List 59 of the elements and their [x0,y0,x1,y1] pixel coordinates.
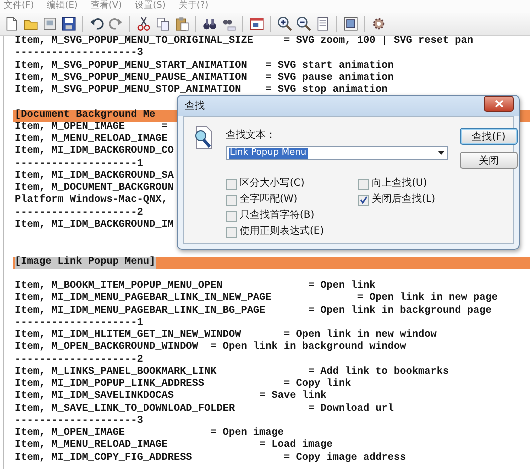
checkbox-label[interactable]: 关闭后查找(L) [372,194,436,206]
zoom-out-icon[interactable] [296,16,312,32]
code-line: Item, MI_IDM_SAVELINKDOCAS = Save link [15,391,327,402]
code-line: --------------------2 [15,208,144,218]
code-line: --------------------3 [15,416,144,427]
find-text-label: 查找文本： [226,128,277,142]
code-line: Item, MI_IDM_BACKGROUND_IM [15,220,174,231]
code-line: Item, M_SVG_POPUP_MENU_START_ANIMATION = SVG start animation [15,60,394,72]
copy-icon[interactable] [154,16,170,32]
dialog-button[interactable]: 关闭 [460,152,518,169]
code-line: Item, MI_IDM_POPUP_LINK_ADDRESS = Copy link [15,379,352,390]
scissors-icon[interactable] [136,16,152,32]
code-line: Item, M_DOCUMENT_BACKGROUN [15,183,174,194]
code-line: Item, M_LINKS_PANEL_BOOKMARK_LINK = Add link to bookmarks [15,366,450,378]
checkbox-label[interactable]: 全字匹配(W) [240,194,298,206]
code-line: Item, M_OPEN_IMAGE = [15,122,168,133]
zoom-in-icon[interactable] [276,16,292,32]
code-line: Item, MI_IDM_HLITEM_GET_IN_NEW_WINDOW = Open link in new window [15,330,437,341]
dropdown-caret-icon [438,151,445,155]
checkbox[interactable] [226,194,237,206]
code-line: Item, M_OPEN_BACKGROUND_WINDOW = Open link in background window [15,342,406,354]
code-line: --------------------1 [15,158,144,170]
code-line: Item, M_MENU_RELOAD_IMAGE = Load image [15,440,333,452]
gear-icon[interactable] [370,16,386,32]
code-line: Item, MI_IDM_BACKGROUND_SA [15,170,174,182]
code-line: Item, MI_IDM_COPY_FIG_ADDRESS = Copy image address [15,452,406,464]
close-button[interactable] [484,96,514,112]
code-line: Item, M_SVG_POPUP_MENU_STOP_ANIMATION = SVG stop animation [15,85,388,96]
code-line: --------------------2 [15,354,144,366]
search-field[interactable]: Link Popup Menu [226,146,448,160]
checkbox-label[interactable]: 区分大小写(C) [240,178,305,190]
code-line: Item, M_MENU_RELOAD_IMAGE [15,134,168,145]
code-line: Item, MI_IDM_MENU_PAGEBAR_LINK_IN_BG_PAGE = Open link in background page [15,306,492,316]
window-icon[interactable] [248,16,264,32]
checkbox[interactable] [226,210,237,222]
code-line: --------------------3 [15,48,144,60]
code-line: Item, MI_IDM_MENU_PAGEBAR_LINK_IN_NEW_PAGE = Open link in new page [15,293,498,304]
frame-icon[interactable] [342,16,358,32]
document-icon[interactable] [42,16,58,32]
undo-icon[interactable] [88,16,104,32]
code-line: Item, M_SAVE_LINK_TO_DOWNLOAD_FOLDER = Download url [15,404,394,414]
dialog-button[interactable]: 查找(F) [460,128,518,145]
close-icon [494,100,504,108]
save-icon[interactable] [60,16,76,32]
checkbox-label[interactable]: 只查找首字符(B) [240,210,315,222]
checkbox-label[interactable]: 使用正则表达式(E) [240,226,324,238]
clipboard-icon[interactable] [174,16,190,32]
code-line: Item, MI_IDM_BACKGROUND_CO [15,146,174,158]
checkbox[interactable] [226,226,237,238]
checkbox-label[interactable]: 向上查找(U) [372,178,428,190]
code-line: Platform Windows-Mac-QNX, [15,195,168,206]
code-line: Item, M_SVG_POPUP_MENU_PAUSE_ANIMATION = SVG pause animation [15,72,394,84]
checkbox[interactable] [358,178,370,190]
code-line: Item, M_OPEN_IMAGE = Open image [15,428,284,439]
code-line: Item, M_BOOKM_ITEM_POPUP_MENU_OPEN = Open link [15,281,376,292]
checkbox[interactable] [358,194,370,206]
binoculars-icon[interactable] [202,16,218,32]
code-line: --------------------1 [15,318,144,329]
checkbox[interactable] [226,178,237,190]
